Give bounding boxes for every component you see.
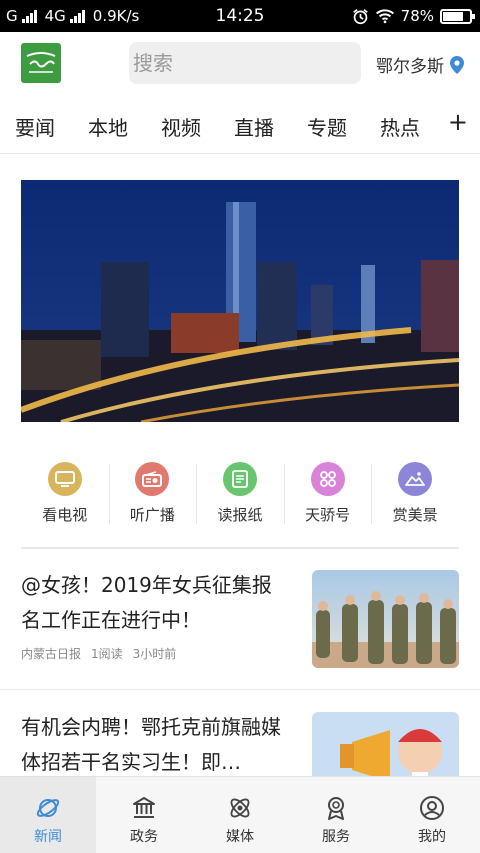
tab-shipin[interactable]: 视频 <box>161 112 201 141</box>
news-item[interactable]: 有机会内聘！鄂托克前旗融媒体招若干名实习生！即… <box>0 708 480 778</box>
nav-services[interactable]: 服务 <box>288 777 384 853</box>
nav-label: 服务 <box>322 829 350 845</box>
news-thumbnail <box>312 570 459 668</box>
news-title: @女孩！2019年女兵征集报名工作正在进行中！ <box>21 573 272 632</box>
tab-redian[interactable]: 热点 <box>380 112 420 141</box>
news-meta: 内蒙古日报 1阅读 3小时前 <box>21 645 176 662</box>
nav-label: 新闻 <box>34 829 62 845</box>
tab-zhuanti[interactable]: 专题 <box>307 112 347 141</box>
news-thumbnail <box>312 712 459 778</box>
nav-media[interactable]: 媒体 <box>192 777 288 853</box>
service-listen-radio[interactable]: 听广播 <box>108 462 197 526</box>
landscape-icon <box>398 462 433 496</box>
section-divider <box>21 547 459 549</box>
radio-icon <box>135 462 170 496</box>
atom-icon <box>230 798 250 818</box>
channel-tabs: 要闻 本地 视频 直播 专题 热点 + <box>0 96 480 154</box>
government-icon <box>133 797 155 818</box>
news-divider <box>0 689 480 690</box>
add-channel-button[interactable]: + <box>448 108 468 136</box>
location-pin-icon <box>450 55 464 74</box>
nav-label: 媒体 <box>226 829 254 845</box>
news-source: 内蒙古日报 <box>21 647 82 661</box>
tab-yaowen[interactable]: 要闻 <box>15 112 55 141</box>
nav-government[interactable]: 政务 <box>96 777 192 853</box>
app-header: 鄂尔多斯 <box>0 32 480 96</box>
status-right: 78% <box>352 7 475 25</box>
newspaper-icon <box>222 462 257 496</box>
bottom-navigation: 新闻 政务 媒体 服务 我的 <box>0 776 480 853</box>
battery-percent: 78% <box>400 7 434 25</box>
nav-news[interactable]: 新闻 <box>0 777 96 853</box>
news-title: 有机会内聘！鄂托克前旗融媒体招若干名实习生！即… <box>21 715 281 774</box>
news-time: 3小时前 <box>132 647 177 661</box>
nav-label: 政务 <box>130 829 158 845</box>
soldiers-image <box>312 570 459 668</box>
service-watch-tv[interactable]: 看电视 <box>21 462 109 526</box>
headline-banner[interactable] <box>21 180 459 422</box>
apps-icon <box>310 462 345 496</box>
location-label: 鄂尔多斯 <box>376 57 444 77</box>
nav-label: 我的 <box>418 829 446 845</box>
quick-services: 看电视 听广播 读报纸 天骄号 赏美景 <box>21 462 459 526</box>
service-label: 看电视 <box>42 506 88 524</box>
app-logo-icon[interactable] <box>21 43 61 83</box>
service-badge-icon <box>328 797 344 820</box>
wifi-icon <box>375 9 394 24</box>
search-input[interactable] <box>129 42 361 84</box>
location-selector[interactable]: 鄂尔多斯 <box>376 52 464 77</box>
city-night-image <box>21 180 459 422</box>
battery-fill <box>443 11 464 21</box>
megaphone-image <box>312 712 459 778</box>
news-reads: 1阅读 <box>91 647 123 661</box>
service-label: 赏美景 <box>392 506 438 524</box>
battery-icon <box>440 8 475 24</box>
service-tianjiao[interactable]: 天骄号 <box>283 462 372 526</box>
service-read-newspaper[interactable]: 读报纸 <box>196 462 284 526</box>
status-bar: G 4G 0.9K/s 14:25 78% <box>0 0 480 32</box>
service-label: 听广播 <box>129 506 175 524</box>
service-scenery[interactable]: 赏美景 <box>371 462 459 526</box>
nav-mine[interactable]: 我的 <box>384 777 480 853</box>
profile-icon <box>420 796 444 820</box>
news-item[interactable]: @女孩！2019年女兵征集报名工作正在进行中！ 内蒙古日报 1阅读 3小时前 <box>0 567 480 689</box>
tab-bendi[interactable]: 本地 <box>88 112 128 141</box>
tab-zhibo[interactable]: 直播 <box>234 112 274 141</box>
planet-icon <box>36 799 60 817</box>
alarm-icon <box>352 8 368 24</box>
logo-mark <box>26 52 56 73</box>
service-label: 天骄号 <box>305 506 351 524</box>
tv-icon <box>47 462 82 496</box>
service-label: 读报纸 <box>217 506 263 524</box>
